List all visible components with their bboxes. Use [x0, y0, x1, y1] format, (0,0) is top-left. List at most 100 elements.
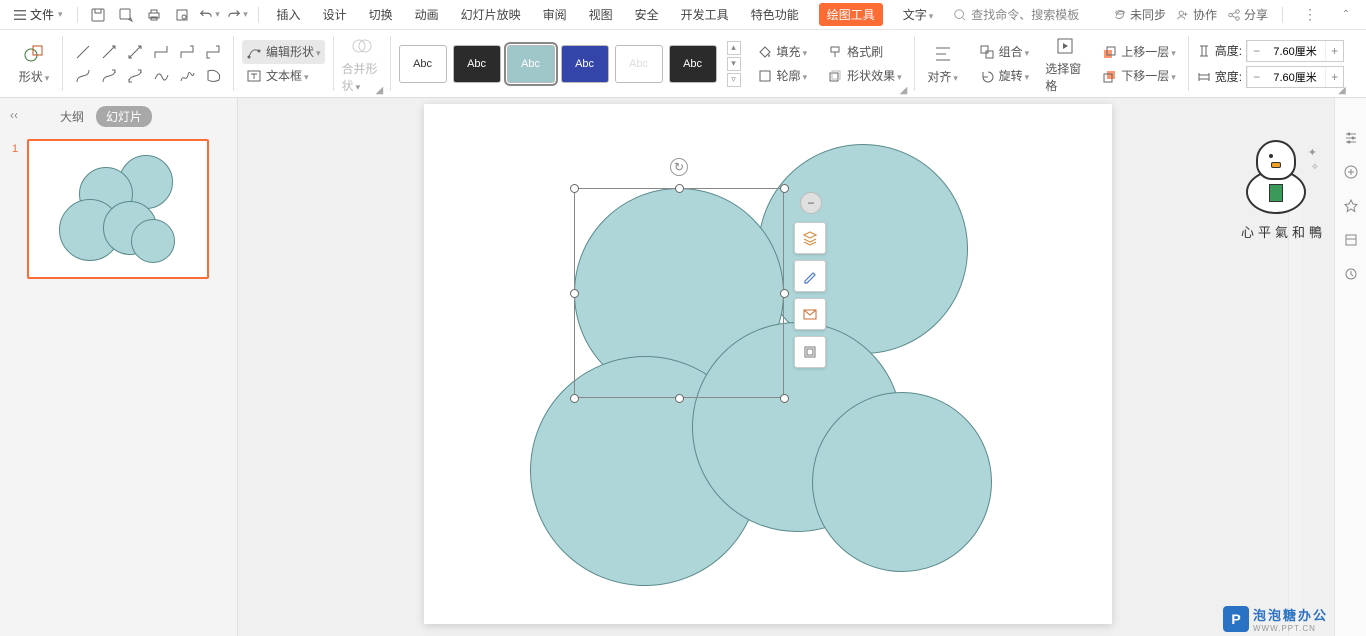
frame-tool-icon[interactable]	[794, 336, 826, 368]
style-swatch-3[interactable]: Abc	[507, 45, 555, 83]
rotate-button[interactable]: 旋转	[975, 64, 1034, 88]
scribble-icon[interactable]	[175, 65, 199, 87]
resize-handle-ne[interactable]	[780, 184, 789, 193]
height-input[interactable]: − +	[1246, 40, 1344, 62]
tab-transition[interactable]: 切换	[367, 2, 395, 27]
collapse-toolbar-icon[interactable]: −	[800, 192, 822, 214]
elbow-connector-icon[interactable]	[149, 41, 173, 63]
fill-button[interactable]: 填充	[753, 40, 812, 64]
envelope-tool-icon[interactable]	[794, 298, 826, 330]
width-increment[interactable]: +	[1325, 67, 1343, 87]
undo-icon[interactable]	[198, 3, 222, 27]
edit-shape-button[interactable]: 编辑形状	[242, 40, 325, 64]
slide-thumbnail-1[interactable]	[27, 139, 209, 279]
width-input[interactable]: − +	[1246, 66, 1344, 88]
shape-effects-button[interactable]: 形状效果	[823, 64, 906, 88]
width-decrement[interactable]: −	[1247, 67, 1265, 87]
redo-icon[interactable]	[226, 3, 250, 27]
selection-pane-button[interactable]: 选择窗格	[1045, 34, 1085, 94]
height-field[interactable]	[1265, 45, 1325, 57]
style-swatch-6[interactable]: Abc	[669, 45, 717, 83]
send-backward-button[interactable]: 下移一层	[1097, 64, 1180, 88]
rotate-handle-icon[interactable]: ↻	[670, 158, 688, 176]
freeform-icon[interactable]	[201, 65, 225, 87]
tab-drawing-tools[interactable]: 绘图工具	[819, 3, 883, 26]
resize-handle-e[interactable]	[780, 289, 789, 298]
resize-handle-n[interactable]	[675, 184, 684, 193]
style-swatch-2[interactable]: Abc	[453, 45, 501, 83]
elbow-arrow-icon[interactable]	[175, 41, 199, 63]
slide-surface[interactable]: ↻ −	[424, 104, 1112, 624]
style-scroll-up-icon[interactable]: ▴	[727, 41, 741, 55]
slides-mode-tab[interactable]: 幻灯片	[96, 106, 152, 127]
curve-double-arrow-icon[interactable]	[123, 65, 147, 87]
share-button[interactable]: 分享	[1227, 6, 1268, 23]
collapse-panel-icon[interactable]: ‹‹	[10, 108, 18, 122]
freeform-curve-icon[interactable]	[149, 65, 173, 87]
resize-handle-sw[interactable]	[570, 394, 579, 403]
outline-mode-tab[interactable]: 大纲	[60, 108, 84, 125]
settings-rail-icon[interactable]	[1341, 128, 1361, 148]
format-dialog-launcher-icon[interactable]: ◢	[900, 85, 910, 95]
curve-connector-icon[interactable]	[71, 65, 95, 87]
add-rail-icon[interactable]	[1341, 162, 1361, 182]
resize-handle-nw[interactable]	[570, 184, 579, 193]
format-painter-button[interactable]: 格式刷	[823, 40, 906, 64]
text-box-button[interactable]: 文本框	[242, 64, 325, 88]
elbow-double-arrow-icon[interactable]	[201, 41, 225, 63]
tab-animation[interactable]: 动画	[413, 2, 441, 27]
more-menu-icon[interactable]: ⋮	[1297, 2, 1324, 27]
line-straight-icon[interactable]	[71, 41, 95, 63]
merge-shapes-icon	[350, 34, 374, 58]
file-menu-button[interactable]: 文件 ▾	[8, 2, 69, 27]
print-icon[interactable]	[142, 3, 166, 27]
shape-circle[interactable]	[812, 392, 992, 572]
tab-features[interactable]: 特色功能	[749, 2, 801, 27]
line-arrow-icon[interactable]	[97, 41, 121, 63]
line-double-arrow-icon[interactable]	[123, 41, 147, 63]
layer-tool-icon[interactable]	[794, 222, 826, 254]
size-dialog-launcher-icon[interactable]: ◢	[1338, 85, 1348, 95]
curve-arrow-icon[interactable]	[97, 65, 121, 87]
resize-handle-w[interactable]	[570, 289, 579, 298]
outline-button[interactable]: 轮廓	[753, 64, 812, 88]
tab-review[interactable]: 审阅	[541, 2, 569, 27]
pen-tool-icon[interactable]	[794, 260, 826, 292]
height-decrement[interactable]: −	[1247, 41, 1265, 61]
align-button[interactable]: 对齐	[923, 42, 963, 85]
style-swatch-4[interactable]: Abc	[561, 45, 609, 83]
vertical-scrollbar[interactable]	[1288, 196, 1302, 636]
command-search[interactable]: 查找命令、搜索模板	[953, 6, 1079, 23]
tab-text[interactable]: 文字	[901, 2, 936, 27]
style-swatch-1[interactable]: Abc	[399, 45, 447, 83]
width-field[interactable]	[1265, 71, 1325, 83]
save-icon[interactable]	[86, 3, 110, 27]
tab-security[interactable]: 安全	[633, 2, 661, 27]
star-rail-icon[interactable]	[1341, 196, 1361, 216]
duck-decoration: ✦ ✧ 心平氣和鴨	[1241, 140, 1326, 241]
resize-handle-se[interactable]	[780, 394, 789, 403]
height-increment[interactable]: +	[1325, 41, 1343, 61]
tab-slideshow[interactable]: 幻灯片放映	[459, 2, 523, 27]
bring-forward-button[interactable]: 上移一层	[1097, 40, 1180, 64]
line-shapes-gallery[interactable]	[71, 41, 225, 87]
print-preview-icon[interactable]	[170, 3, 194, 27]
style-scroll-down-icon[interactable]: ▾	[727, 57, 741, 71]
group-dialog-launcher-icon[interactable]: ◢	[376, 85, 386, 95]
group-button[interactable]: 组合	[975, 40, 1034, 64]
resize-handle-s[interactable]	[675, 394, 684, 403]
sync-button[interactable]: 未同步	[1113, 6, 1166, 23]
tab-devtools[interactable]: 开发工具	[679, 2, 731, 27]
template-rail-icon[interactable]	[1341, 230, 1361, 250]
tab-design[interactable]: 设计	[321, 2, 349, 27]
chevron-down-icon[interactable]: ⌃	[1334, 3, 1358, 27]
insert-shape-button[interactable]: 形状	[14, 42, 54, 85]
tab-insert[interactable]: 插入	[275, 2, 303, 27]
clipboard-rail-icon[interactable]	[1341, 264, 1361, 284]
tab-view[interactable]: 视图	[587, 2, 615, 27]
slide-canvas[interactable]: ↻ −	[238, 98, 1334, 636]
style-swatch-5[interactable]: Abc	[615, 45, 663, 83]
collab-button[interactable]: 协作	[1176, 6, 1217, 23]
save-as-icon[interactable]	[114, 3, 138, 27]
style-expand-icon[interactable]: ▿	[727, 73, 741, 87]
